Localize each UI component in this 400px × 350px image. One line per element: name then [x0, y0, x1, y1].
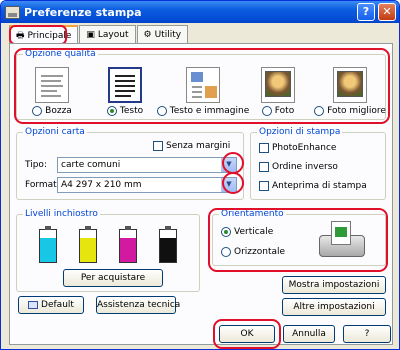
tab-highlight	[9, 25, 67, 45]
help-button[interactable]: ?	[343, 325, 391, 343]
default-icon	[28, 300, 39, 309]
borderless-checkbox[interactable]: Senza margini	[153, 141, 230, 151]
tab-utility[interactable]: ⚙ Utility	[136, 25, 189, 43]
ink-cartridge-yellow	[79, 226, 97, 263]
paper-group: Opzioni carta Senza margini Tipo: carte …	[16, 127, 244, 200]
more-settings-button[interactable]: Altre impostazioni	[282, 298, 386, 316]
ink-levels-title: Livelli inchiostro	[23, 209, 100, 219]
paper-type-select[interactable]: carte comuni ▼	[57, 157, 237, 173]
window-title: Preferenze stampa	[24, 5, 142, 19]
print-options-group: Opzioni di stampa PhotoEnhance Ordine in…	[250, 127, 386, 200]
ink-cartridge-magenta	[119, 226, 137, 263]
print-options-title: Opzioni di stampa	[257, 127, 343, 137]
tab-layout[interactable]: ▣ Layout	[79, 25, 136, 43]
show-settings-button[interactable]: Mostra impostazioni	[282, 276, 386, 294]
printer-app-icon	[5, 5, 20, 19]
support-button[interactable]: Assistenza tecnica	[96, 296, 180, 314]
ink-levels-group: Livelli inchiostro Per acquistare	[16, 209, 200, 292]
print-preferences-window: Preferenze stampa ? ✕ 🖶 Principale ▣ Lay…	[0, 0, 400, 350]
reverse-order-checkbox[interactable]: Ordine inverso	[259, 162, 338, 172]
quality-highlight	[14, 48, 390, 124]
buy-ink-button[interactable]: Per acquistare	[63, 269, 163, 287]
title-bar: Preferenze stampa ? ✕	[1, 1, 399, 23]
print-preview-checkbox[interactable]: Anteprima di stampa	[259, 181, 367, 191]
ink-cartridge-cyan	[39, 226, 57, 263]
photoenhance-checkbox[interactable]: PhotoEnhance	[259, 143, 336, 153]
default-button[interactable]: Default	[18, 296, 84, 314]
format-dropdown-highlight	[222, 172, 244, 194]
help-title-button[interactable]: ?	[357, 3, 375, 21]
ink-cartridge-black	[159, 226, 177, 263]
main-panel: Opzione qualità Bozza Testo Testo e imma…	[9, 43, 393, 345]
ok-highlight	[213, 319, 281, 349]
type-dropdown-highlight	[222, 152, 244, 174]
utility-icon: ⚙	[143, 29, 152, 40]
layout-icon: ▣	[86, 29, 95, 40]
paper-type-label: Tipo:	[25, 160, 47, 170]
paper-format-select[interactable]: A4 297 x 210 mm ▼	[57, 177, 237, 193]
close-button[interactable]: ✕	[378, 3, 396, 21]
orientation-highlight	[208, 208, 388, 272]
cancel-button[interactable]: Annulla	[283, 325, 335, 343]
paper-group-title: Opzioni carta	[23, 127, 87, 137]
